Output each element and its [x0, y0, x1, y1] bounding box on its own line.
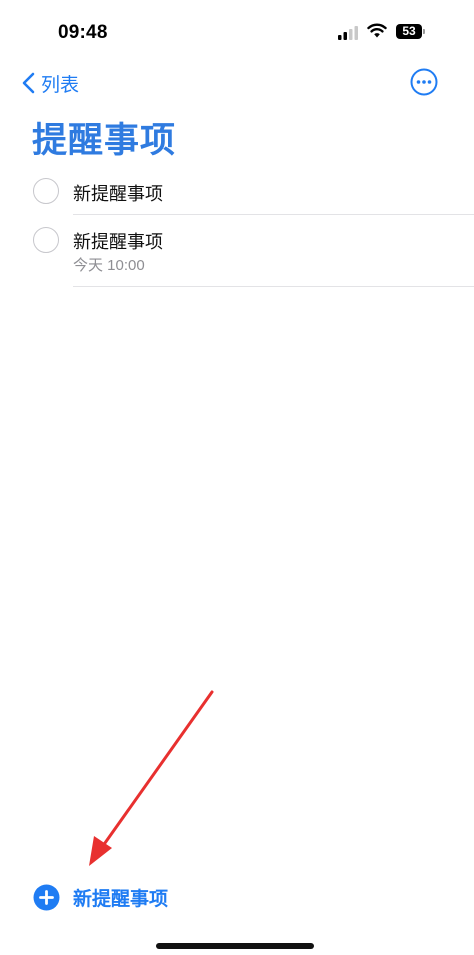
reminder-due-date: 今天 10:00 — [73, 257, 145, 274]
row-divider — [73, 286, 474, 287]
reminder-item[interactable]: 新提醒事项 今天 10:00 — [0, 166, 474, 287]
nav-bar: 列表 — [0, 60, 474, 104]
back-button[interactable]: 列表 — [22, 68, 79, 98]
reminder-title[interactable]: 新提醒事项 — [73, 228, 163, 254]
status-time: 09:48 — [58, 22, 108, 43]
home-indicator[interactable] — [156, 943, 314, 949]
reminder-complete-checkbox[interactable] — [33, 227, 59, 253]
battery-level: 53 — [402, 24, 416, 38]
battery-icon: 53 — [396, 24, 422, 39]
battery-cap — [423, 29, 425, 34]
cellular-signal-icon — [338, 26, 358, 40]
wifi-icon — [367, 23, 387, 38]
back-button-label: 列表 — [41, 74, 80, 96]
add-reminder-button[interactable]: 新提醒事项 — [33, 882, 168, 912]
page-title: 提醒事项 — [32, 121, 177, 160]
reminder-list: 新提醒事项 新提醒事项 今天 10:00 — [0, 166, 474, 287]
plus-circle-icon — [33, 884, 60, 910]
ellipsis-circle-icon — [410, 68, 438, 96]
add-reminder-label: 新提醒事项 — [73, 888, 169, 910]
chevron-left-icon — [22, 72, 35, 94]
more-options-button[interactable] — [410, 68, 438, 96]
status-bar: 09:48 53 — [0, 0, 474, 60]
